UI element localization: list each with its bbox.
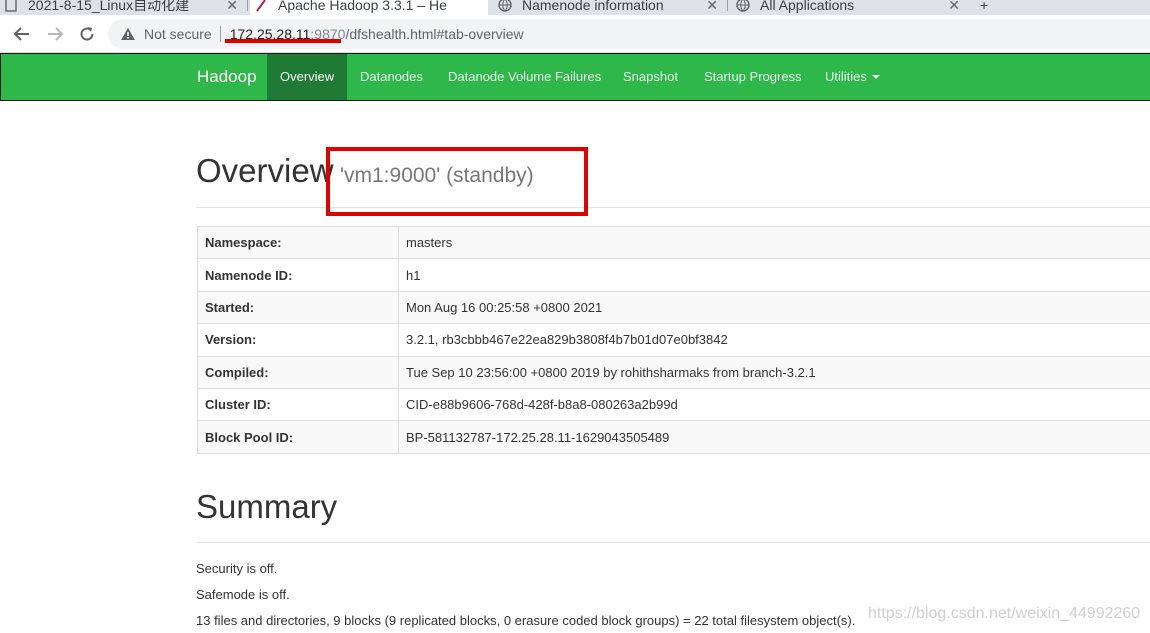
nav-utilities-label: Utilities [825,69,867,84]
close-icon[interactable]: ✕ [226,0,238,13]
close-icon[interactable]: ✕ [706,0,718,13]
table-row: Cluster ID: CID-e88b9606-768d-428f-b8a8-… [197,387,1150,422]
row-value: Mon Aug 16 00:25:58 +0800 2021 [398,290,1150,325]
browser-tab-3[interactable]: Namenode information ✕ [494,0,726,15]
nav-datanodes[interactable]: Datanodes [347,54,436,100]
overview-table: Namespace: masters Namenode ID: h1 Start… [197,225,1150,454]
hadoop-navbar: Hadoop Overview Datanodes Datanode Volum… [0,53,1150,101]
nav-utilities[interactable]: Utilities [812,54,893,100]
table-row: Started: Mon Aug 16 00:25:58 +0800 2021 [197,290,1150,325]
table-row: Version: 3.2.1, rb3cbbb467e22ea829b3808f… [197,323,1150,357]
address-bar[interactable]: Not secure 172.25.28.11 :9870 /dfshealth… [108,19,1150,49]
arrow-right-icon [48,27,64,41]
new-tab-icon: + [980,0,989,13]
row-key: Namespace: [197,225,399,260]
document-icon [4,0,18,12]
tab-divider [247,0,248,11]
security-status[interactable]: Not secure [144,26,212,42]
row-key: Version: [197,323,399,357]
table-row: Namenode ID: h1 [197,258,1150,292]
caret-down-icon [871,75,880,79]
back-button[interactable] [11,23,33,45]
watermark-text: https://blog.csdn.net/weixin_44992260 [868,605,1141,622]
table-row: Compiled: Tue Sep 10 23:56:00 +0800 2019… [197,355,1150,389]
nav-overview[interactable]: Overview [267,54,348,100]
row-key: Block Pool ID: [197,420,399,454]
row-key: Cluster ID: [197,387,399,422]
hadoop-feather-icon [254,0,268,12]
warning-icon[interactable] [120,27,136,41]
browser-tab-4[interactable]: All Applications ✕ [732,0,968,15]
row-value: BP-581132787-172.25.28.11-1629043505489 [398,420,1150,454]
row-key: Compiled: [197,355,399,389]
reload-button[interactable] [76,23,98,45]
reload-icon [80,27,94,41]
annotation-underline [225,39,341,43]
row-value: CID-e88b9606-768d-428f-b8a8-080263a2b99d [398,387,1150,422]
tab-divider [727,0,728,11]
globe-icon [736,0,750,12]
browser-toolbar: Not secure 172.25.28.11 :9870 /dfshealth… [0,15,1150,53]
tab-title: Apache Hadoop 3.3.1 – He [278,0,447,13]
forward-button[interactable] [44,23,66,45]
close-icon[interactable]: ✕ [948,0,960,13]
browser-tab-1[interactable]: 2021-8-15_Linux自动化建 ✕ [0,0,246,15]
safemode-status-text: Safemode is off. [196,587,290,602]
nav-datanode-volume-failures[interactable]: Datanode Volume Failures [435,54,614,100]
url-path: /dfshealth.html#tab-overview [345,26,524,42]
nav-startup-progress[interactable]: Startup Progress [691,54,815,100]
navbar-brand[interactable]: Hadoop [197,54,257,100]
row-key: Namenode ID: [197,258,399,292]
row-key: Started: [197,290,399,325]
table-row: Block Pool ID: BP-581132787-172.25.28.11… [197,420,1150,454]
row-value: h1 [398,258,1150,292]
row-value: 3.2.1, rb3cbbb467e22ea829b3808f4b7b01d07… [398,323,1150,357]
tab-title: 2021-8-15_Linux自动化建 [28,0,190,13]
filesystem-summary-text: 13 files and directories, 9 blocks (9 re… [196,613,856,628]
tab-title: Namenode information [522,0,664,13]
page-title: Overview [196,152,334,189]
annotation-highlight-box [326,147,588,216]
summary-title: Summary [196,488,338,525]
row-value: masters [398,225,1150,260]
globe-icon [498,0,512,12]
arrow-left-icon [13,27,29,41]
nav-snapshot[interactable]: Snapshot [610,54,691,100]
browser-tabstrip: 2021-8-15_Linux自动化建 ✕ Apache Hadoop 3.3.… [0,0,1150,15]
security-status-text: Security is off. [196,561,278,576]
row-value: Tue Sep 10 23:56:00 +0800 2019 by rohith… [398,355,1150,389]
summary-header: Summary [196,476,1150,543]
omnibox-divider [219,26,221,42]
browser-tab-2[interactable]: Apache Hadoop 3.3.1 – He [250,0,488,15]
tab-title: All Applications [760,0,855,13]
table-row: Namespace: masters [197,225,1150,260]
new-tab-button[interactable]: + [978,0,1008,15]
